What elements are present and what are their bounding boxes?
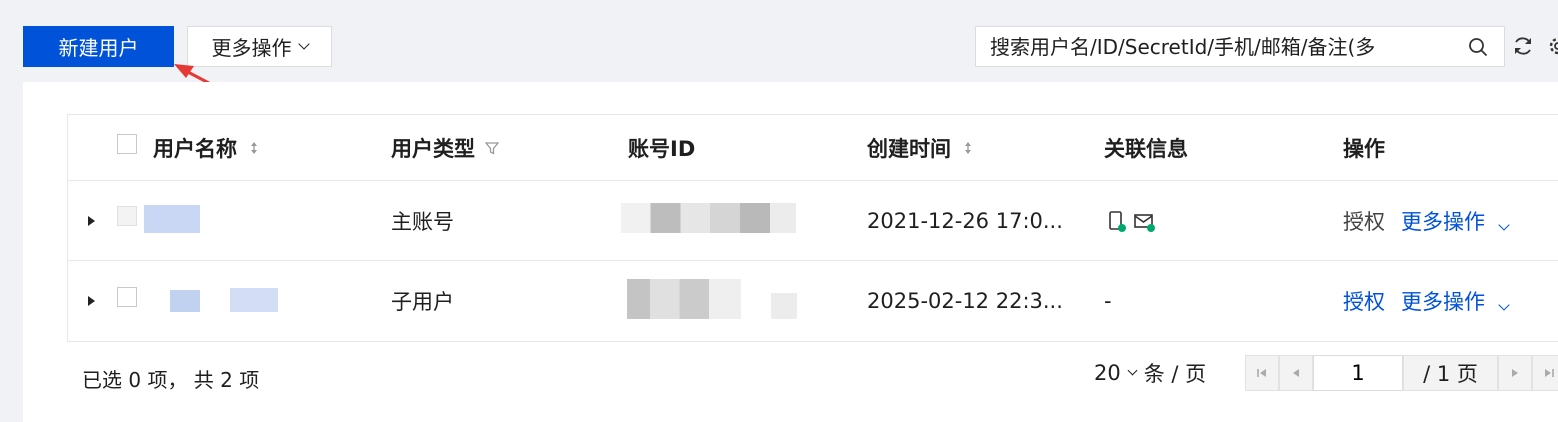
user-type-cell: 子用户 (391, 290, 454, 314)
phone-verified-icon (1109, 211, 1126, 232)
sort-icon[interactable] (249, 140, 259, 156)
row-checkbox[interactable] (117, 206, 137, 226)
row-actions: 授权 更多操作 (1343, 261, 1510, 341)
col-user-type-label: 用户类型 (391, 136, 475, 161)
user-table: 用户名称 用户类型 账号ID 创建时间 关联信息 操作 主账号 2021-12-… (67, 114, 1558, 342)
page-input[interactable] (1313, 355, 1403, 391)
related-info-cell: - (1104, 289, 1112, 313)
next-page-icon (1512, 369, 1518, 377)
page-total: / 1 页 (1403, 355, 1498, 391)
search-box[interactable] (975, 26, 1505, 67)
filter-icon[interactable] (485, 141, 499, 155)
created-time-cell: 2021-12-26 17:0... (867, 208, 1063, 233)
col-account-id: 账号ID (628, 136, 696, 161)
created-time-cell: 2025-02-12 22:3... (867, 289, 1063, 313)
search-input[interactable] (990, 34, 1440, 59)
selection-summary: 已选 0 项， 共 2 项 (82, 368, 260, 392)
row-actions: 授权 更多操作 (1343, 181, 1510, 260)
col-user-name-label: 用户名称 (153, 136, 237, 161)
redacted-user-name (230, 288, 278, 312)
chevron-down-icon (1127, 365, 1138, 376)
more-actions-label: 更多操作 (211, 36, 292, 60)
page-size-value: 20 (1094, 361, 1121, 385)
col-related-info: 关联信息 (1104, 136, 1188, 161)
col-created-time[interactable]: 创建时间 (867, 115, 973, 180)
col-user-name[interactable]: 用户名称 (153, 115, 259, 180)
redacted-user-name (170, 290, 200, 312)
sort-icon[interactable] (963, 140, 973, 156)
page-size-select[interactable]: 20 条 / 页 (1094, 358, 1206, 388)
chevron-down-icon (297, 38, 310, 50)
table-header: 用户名称 用户类型 账号ID 创建时间 关联信息 操作 (68, 115, 1558, 181)
prev-page-icon (1293, 369, 1299, 377)
first-page-button[interactable] (1245, 355, 1279, 391)
search-icon[interactable] (1468, 37, 1488, 57)
col-user-type[interactable]: 用户类型 (391, 115, 499, 180)
row-more-actions-label: 更多操作 (1401, 290, 1485, 314)
refresh-icon[interactable] (1512, 35, 1534, 57)
authorize-link[interactable]: 授权 (1343, 286, 1385, 316)
chevron-down-icon (1498, 299, 1510, 311)
first-page-icon (1257, 369, 1266, 377)
authorize-link-disabled[interactable]: 授权 (1343, 206, 1385, 236)
last-page-button[interactable] (1532, 355, 1558, 391)
redacted-user-name (144, 205, 200, 233)
next-page-button[interactable] (1498, 355, 1532, 391)
select-all-checkbox[interactable] (117, 134, 137, 154)
table-row: 主账号 2021-12-26 17:0... 授权 更多操作 (68, 181, 1558, 261)
redacted-account-id (771, 293, 797, 319)
col-actions: 操作 (1343, 136, 1385, 161)
user-type-cell: 主账号 (391, 209, 454, 234)
new-user-button[interactable]: 新建用户 (23, 26, 174, 67)
last-page-icon (1545, 369, 1554, 377)
mail-verified-icon (1134, 214, 1155, 232)
chevron-down-icon (1498, 218, 1510, 231)
row-checkbox[interactable] (117, 287, 137, 307)
prev-page-button[interactable] (1279, 355, 1313, 391)
row-more-actions-link[interactable]: 更多操作 (1401, 206, 1510, 236)
col-created-time-label: 创建时间 (867, 136, 951, 161)
gear-icon[interactable] (1546, 34, 1558, 58)
page-size-unit: 条 / 页 (1143, 362, 1207, 386)
row-more-actions-link[interactable]: 更多操作 (1401, 286, 1510, 316)
table-row: 子用户 2025-02-12 22:3... - 授权 更多操作 (68, 261, 1558, 341)
pagination: / 1 页 (1245, 355, 1558, 391)
redacted-account-id (627, 279, 741, 319)
expand-row-icon[interactable] (88, 216, 95, 226)
expand-row-icon[interactable] (88, 296, 95, 306)
row-more-actions-label: 更多操作 (1401, 209, 1485, 234)
redacted-account-id (621, 203, 796, 233)
